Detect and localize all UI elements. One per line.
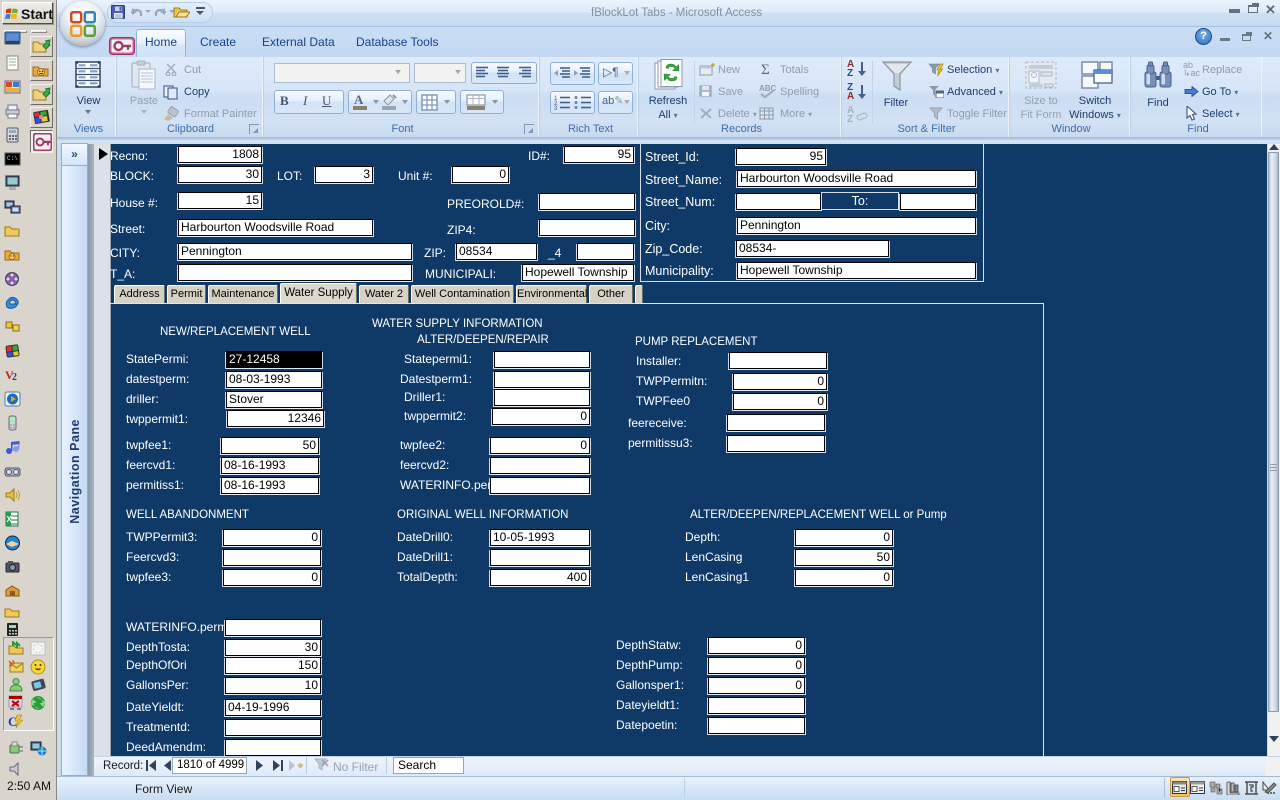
svg-text:C: C (8, 714, 17, 729)
svg-text:X: X (7, 515, 13, 524)
svg-text:3: 3 (554, 106, 558, 110)
svg-text:C:\: C:\ (7, 155, 18, 162)
svg-text:2: 2 (12, 372, 17, 383)
